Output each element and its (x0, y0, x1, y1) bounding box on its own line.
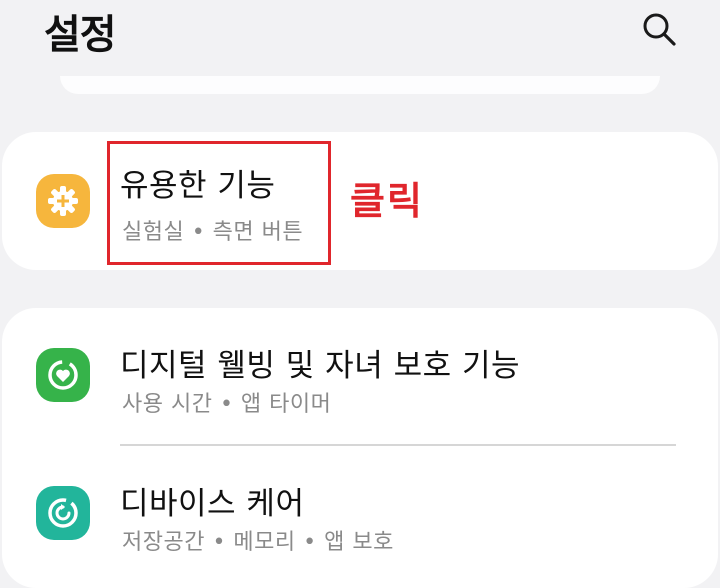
item-title: 디지털 웰빙 및 자녀 보호 기능 (120, 348, 521, 384)
refresh-circle-icon (36, 486, 90, 540)
header: 설정 (0, 0, 720, 78)
click-annotation: 클릭 (350, 179, 424, 223)
settings-item-device-care[interactable]: 디바이스 케어 저장공간 • 메모리 • 앱 보호 (2, 446, 718, 584)
item-subtitle: 저장공간 • 메모리 • 앱 보호 (122, 530, 394, 555)
search-button[interactable] (638, 8, 680, 50)
item-title: 유용한 기능 (120, 168, 276, 204)
card-wellbeing-device: 디지털 웰빙 및 자녀 보호 기능 사용 시간 • 앱 타이머 디바이스 케어 … (2, 308, 718, 588)
item-subtitle: 사용 시간 • 앱 타이머 (122, 392, 332, 417)
item-subtitle: 실험실 • 측면 버튼 (122, 220, 304, 245)
item-title: 디바이스 케어 (120, 486, 305, 522)
settings-item-digital-wellbeing[interactable]: 디지털 웰빙 및 자녀 보호 기능 사용 시간 • 앱 타이머 (2, 308, 718, 446)
previous-card-edge (60, 76, 660, 94)
page-title: 설정 (44, 12, 117, 58)
search-icon (643, 13, 676, 46)
plus-gear-icon (36, 174, 90, 228)
heart-circle-icon (36, 348, 90, 402)
